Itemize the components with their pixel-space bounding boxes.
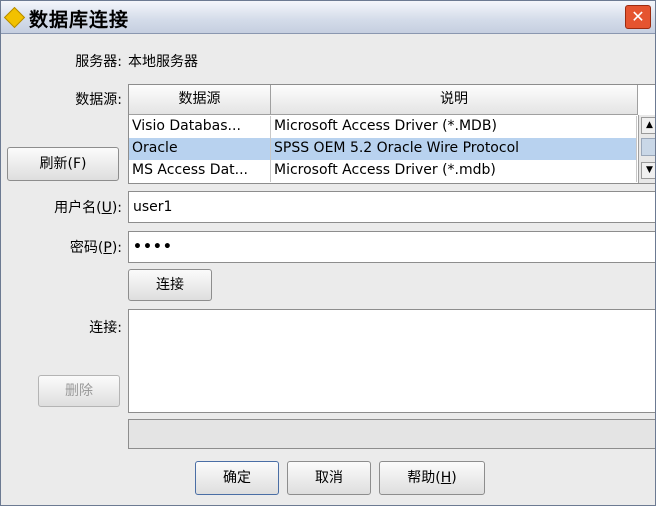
datasource-name-cell: Visio Databas... <box>129 116 271 138</box>
connections-label: 连接: <box>89 320 122 336</box>
table-scrollbar[interactable]: ▲ ▼ <box>638 115 655 183</box>
column-header-datasource[interactable]: 数据源 <box>129 85 271 115</box>
password-input[interactable]: •••• <box>128 231 655 263</box>
refresh-button[interactable]: 刷新(F) <box>7 147 119 181</box>
username-input[interactable]: user1 <box>128 191 655 223</box>
window-title: 数据库连接 <box>29 9 130 31</box>
close-button[interactable]: ✕ <box>625 5 651 29</box>
datasource-desc-cell: Microsoft Access Driver (*.mdb) <box>271 160 637 182</box>
datasource-name-cell: Oracle <box>129 138 271 160</box>
datasource-label: 数据源: <box>75 92 122 108</box>
datasource-desc-cell: SPSS OEM 5.2 Oracle Wire Protocol <box>271 138 637 160</box>
diamond-app-icon <box>3 6 26 29</box>
ok-button[interactable]: 确定 <box>195 461 279 495</box>
column-header-description[interactable]: 说明 <box>271 85 638 115</box>
scroll-up-arrow-icon[interactable]: ▲ <box>641 117 655 134</box>
datasource-table: 数据源 说明 Visio Databas... Microsoft Access… <box>128 84 655 184</box>
scroll-down-arrow-icon[interactable]: ▼ <box>641 162 655 179</box>
server-value: 本地服务器 <box>128 54 198 70</box>
help-button[interactable]: 帮助(H) <box>379 461 485 495</box>
connection-status-field <box>128 419 655 449</box>
connect-button[interactable]: 连接 <box>128 269 212 301</box>
title-bar[interactable]: 数据库连接 ✕ <box>1 1 655 34</box>
datasource-desc-cell: Microsoft Access Driver (*.MDB) <box>271 116 637 138</box>
table-row[interactable]: Visio Databas... Microsoft Access Driver… <box>129 116 637 138</box>
cancel-button[interactable]: 取消 <box>287 461 371 495</box>
connections-list[interactable] <box>128 309 655 413</box>
delete-button[interactable]: 删除 <box>38 375 120 407</box>
datasource-name-cell: MS Access Dat... <box>129 160 271 182</box>
table-row[interactable]: MS Access Dat... Microsoft Access Driver… <box>129 160 637 182</box>
server-label: 服务器: <box>75 54 122 70</box>
password-label: 密码(P): <box>69 240 122 256</box>
scroll-thumb[interactable] <box>641 138 655 156</box>
database-connection-dialog: 数据库连接 ✕ 服务器: 本地服务器 数据源: 数据源 说明 Visio Dat… <box>0 0 656 506</box>
table-row-selected[interactable]: Oracle SPSS OEM 5.2 Oracle Wire Protocol <box>129 138 637 160</box>
username-label: 用户名(U): <box>54 200 122 216</box>
